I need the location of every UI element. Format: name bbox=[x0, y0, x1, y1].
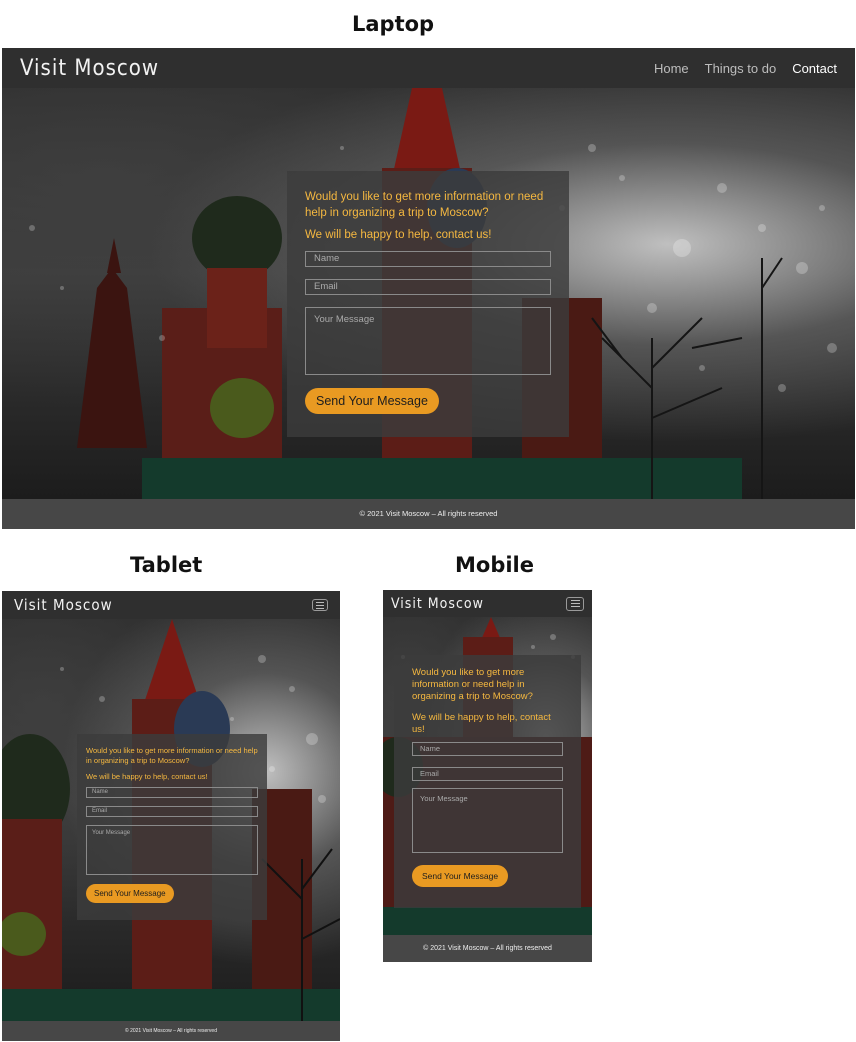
email-field[interactable]: Email bbox=[412, 767, 563, 781]
message-field[interactable]: Your Message bbox=[412, 788, 563, 853]
contact-cta: We will be happy to help, contact us! bbox=[305, 229, 492, 241]
brand-logo[interactable]: Visit Moscow bbox=[391, 596, 484, 612]
contact-card: Would you like to get more information o… bbox=[287, 171, 569, 437]
send-message-button[interactable]: Send Your Message bbox=[86, 884, 174, 903]
email-field[interactable]: Email bbox=[305, 279, 551, 295]
nav-link-home[interactable]: Home bbox=[654, 61, 689, 76]
mobile-footer: © 2021 Visit Moscow – All rights reserve… bbox=[383, 935, 592, 962]
hamburger-menu-icon[interactable] bbox=[312, 599, 328, 611]
name-field[interactable]: Name bbox=[86, 787, 258, 798]
brand-logo[interactable]: Visit Moscow bbox=[20, 56, 159, 81]
tablet-footer: © 2021 Visit Moscow – All rights reserve… bbox=[2, 1021, 340, 1041]
contact-card: Would you like to get more information o… bbox=[394, 655, 581, 908]
name-field[interactable]: Name bbox=[305, 251, 551, 267]
name-field[interactable]: Name bbox=[412, 742, 563, 756]
nav-link-things-to-do[interactable]: Things to do bbox=[705, 61, 777, 76]
tablet-navbar: Visit Moscow bbox=[2, 591, 340, 619]
mobile-navbar: Visit Moscow bbox=[383, 590, 592, 617]
tablet-label: Tablet bbox=[130, 553, 203, 577]
mobile-label: Mobile bbox=[455, 553, 534, 577]
email-field[interactable]: Email bbox=[86, 806, 258, 817]
send-message-button[interactable]: Send Your Message bbox=[412, 865, 509, 887]
contact-cta: We will be happy to help, contact us! bbox=[412, 712, 551, 735]
message-field[interactable]: Your Message bbox=[86, 825, 258, 875]
laptop-label: Laptop bbox=[352, 12, 435, 36]
nav-links: Home Things to do Contact bbox=[654, 61, 837, 76]
nav-link-contact[interactable]: Contact bbox=[792, 61, 837, 76]
hamburger-menu-icon[interactable] bbox=[566, 596, 584, 611]
contact-card: Would you like to get more information o… bbox=[77, 734, 267, 920]
tablet-preview: Visit Moscow Would you like to get more … bbox=[2, 591, 340, 1041]
contact-intro: Would you like to get more information o… bbox=[305, 191, 544, 219]
send-message-button[interactable]: Send Your Message bbox=[305, 388, 439, 414]
laptop-preview: Visit Moscow Home Things to do Contact W… bbox=[2, 48, 855, 529]
contact-intro: Would you like to get more information o… bbox=[412, 667, 533, 702]
contact-cta: We will be happy to help, contact us! bbox=[86, 772, 208, 781]
laptop-footer: © 2021 Visit Moscow – All rights reserve… bbox=[2, 499, 855, 529]
message-field[interactable]: Your Message bbox=[305, 307, 551, 375]
laptop-navbar: Visit Moscow Home Things to do Contact bbox=[2, 48, 855, 88]
contact-intro: Would you like to get more information o… bbox=[86, 746, 258, 765]
mobile-preview: Visit Moscow Would you like to get more … bbox=[383, 590, 592, 962]
brand-logo[interactable]: Visit Moscow bbox=[14, 596, 113, 614]
